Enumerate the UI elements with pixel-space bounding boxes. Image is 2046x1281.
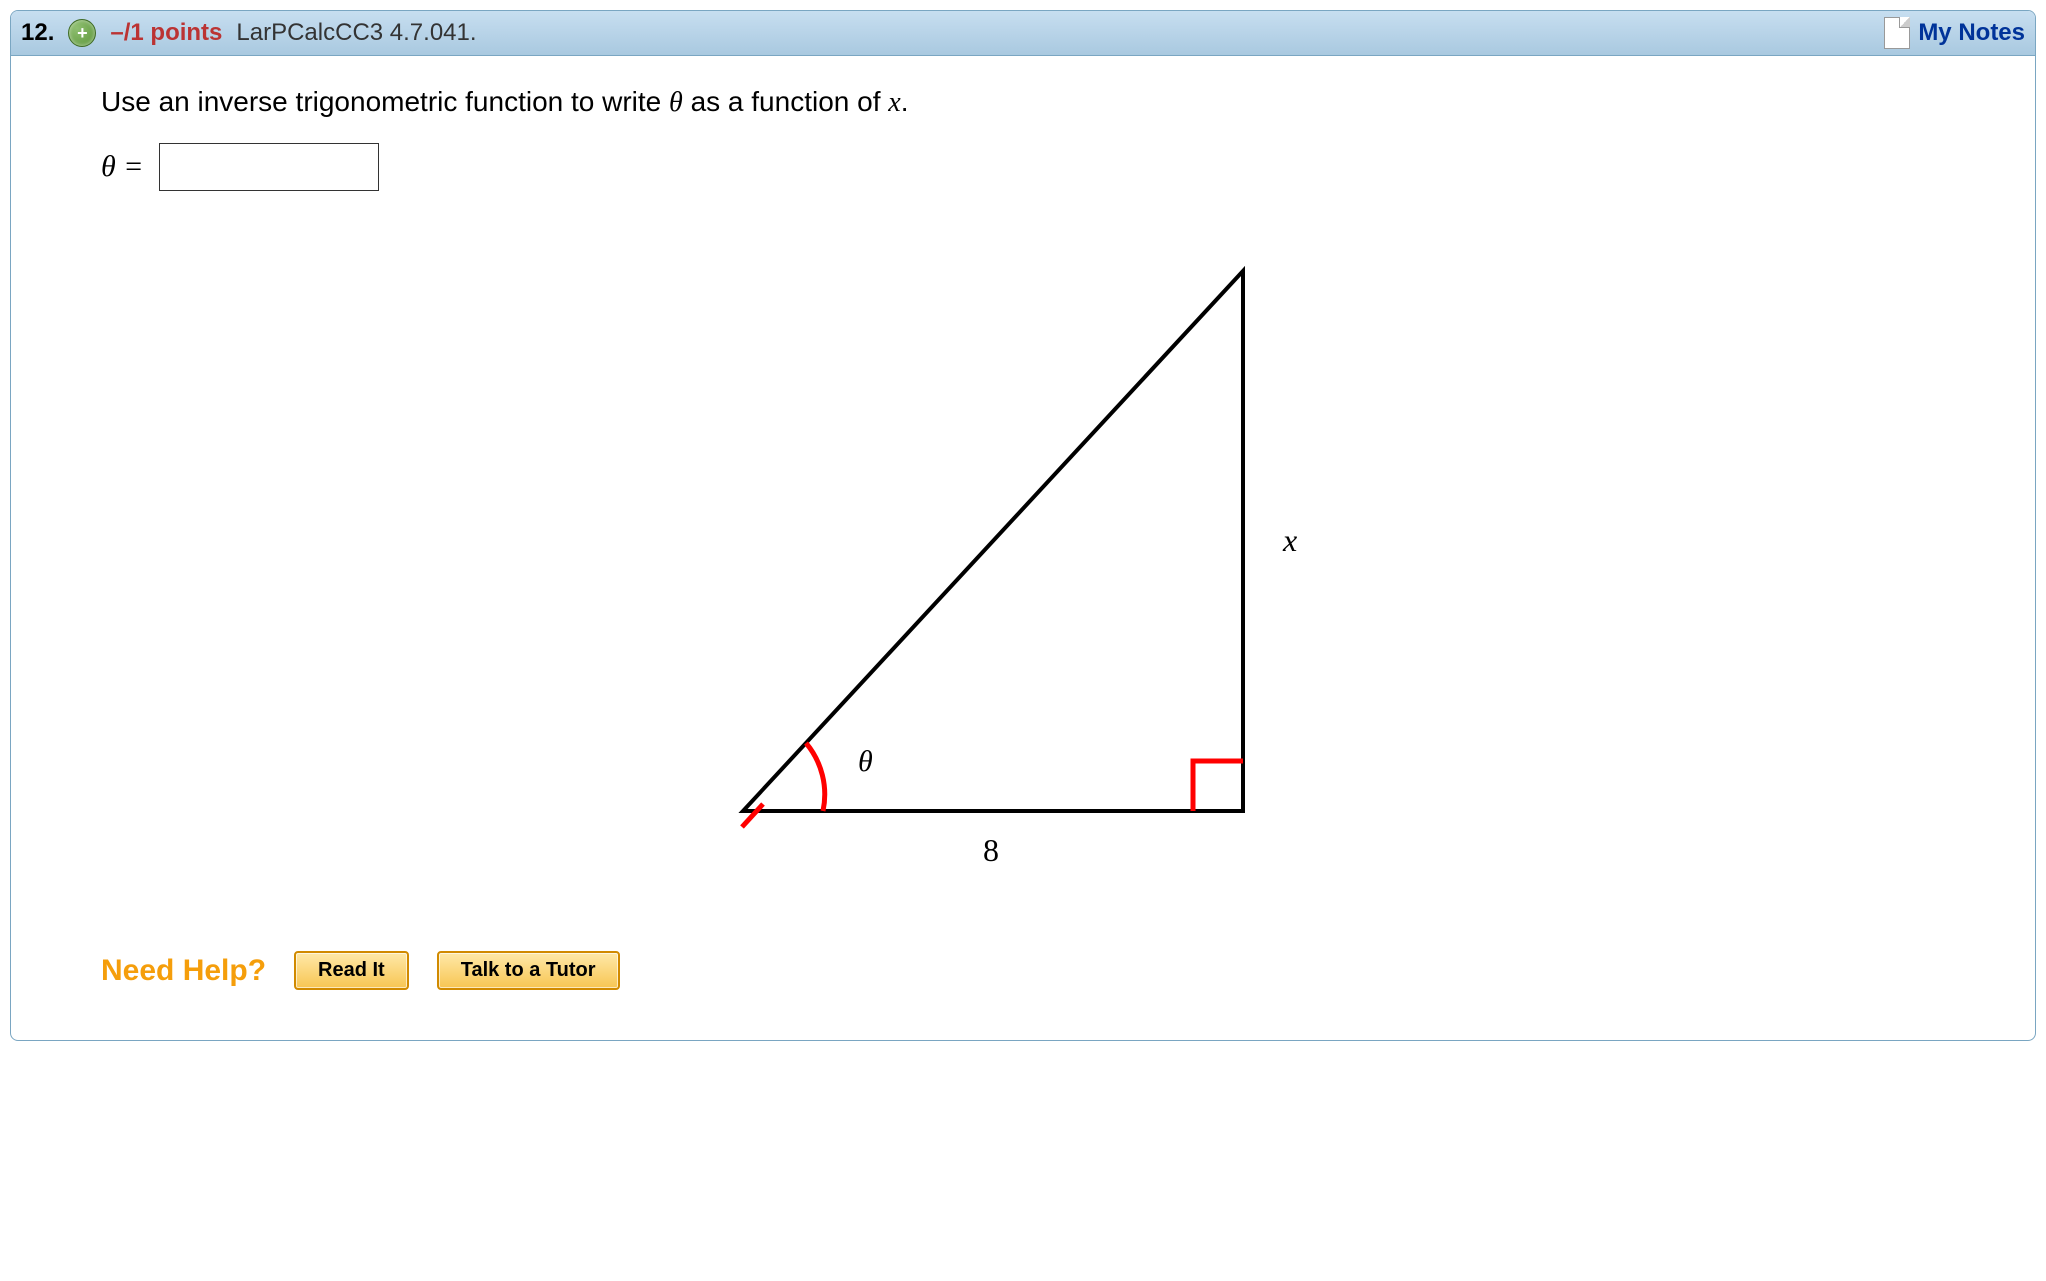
question-number: 12. xyxy=(21,19,54,47)
prompt-text: Use an inverse trigonometric function to… xyxy=(101,86,1945,119)
header-right: My Notes xyxy=(1884,17,2025,49)
answer-line: θ = xyxy=(101,143,1945,191)
x-symbol: x xyxy=(888,87,900,118)
my-notes-link[interactable]: My Notes xyxy=(1918,19,2025,47)
theta-symbol: θ xyxy=(669,87,683,118)
note-icon[interactable] xyxy=(1884,17,1910,49)
help-row: Need Help? Read It Talk to a Tutor xyxy=(101,951,1945,990)
prompt-post: . xyxy=(901,86,909,117)
triangle-figure: θ x 8 xyxy=(703,251,1343,871)
talk-to-tutor-button[interactable]: Talk to a Tutor xyxy=(437,951,620,990)
points-label: –/1 points xyxy=(110,19,222,47)
theta-equals-label: θ = xyxy=(101,150,143,184)
side-x-label: x xyxy=(1282,522,1297,558)
question-header: 12. + –/1 points LarPCalcCC3 4.7.041. My… xyxy=(11,11,2035,56)
right-angle-marker-icon xyxy=(1193,761,1243,811)
angle-label: θ xyxy=(858,745,873,778)
question-body: Use an inverse trigonometric function to… xyxy=(11,56,2035,1040)
read-it-button[interactable]: Read It xyxy=(294,951,409,990)
answer-input[interactable] xyxy=(159,143,379,191)
header-left: 12. + –/1 points LarPCalcCC3 4.7.041. xyxy=(21,19,477,47)
question-box: 12. + –/1 points LarPCalcCC3 4.7.041. My… xyxy=(10,10,2036,1041)
expand-icon[interactable]: + xyxy=(68,19,96,47)
need-help-label: Need Help? xyxy=(101,954,266,988)
side-8-label: 8 xyxy=(983,832,999,868)
angle-arc-icon xyxy=(806,743,825,811)
prompt-mid: as a function of xyxy=(683,86,888,117)
figure-wrap: θ x 8 xyxy=(101,251,1945,871)
prompt-pre: Use an inverse trigonometric function to… xyxy=(101,86,669,117)
source-label: LarPCalcCC3 4.7.041. xyxy=(236,19,476,47)
triangle-outline xyxy=(743,271,1243,811)
